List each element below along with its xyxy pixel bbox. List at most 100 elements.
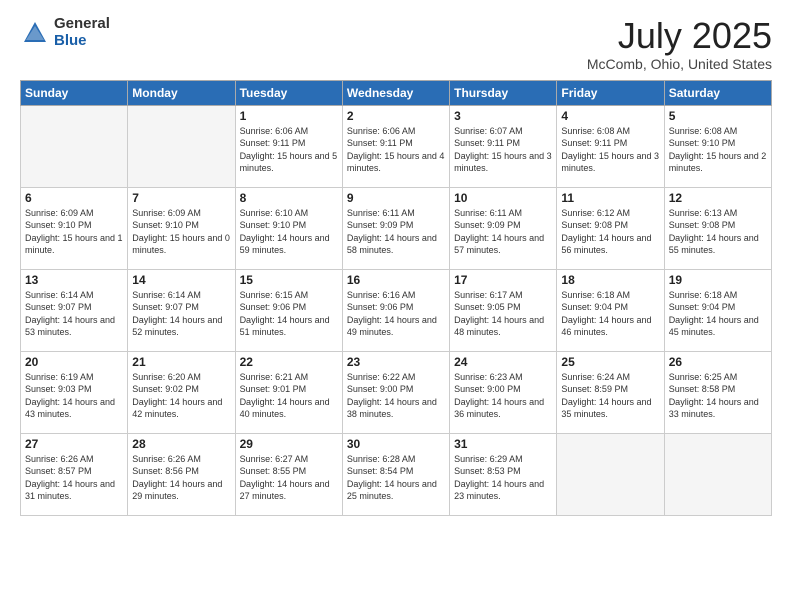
calendar-table: SundayMondayTuesdayWednesdayThursdayFrid… (20, 80, 772, 516)
day-info: Sunrise: 6:17 AMSunset: 9:05 PMDaylight:… (454, 289, 552, 339)
calendar-cell: 26 Sunrise: 6:25 AMSunset: 8:58 PMDayligh… (664, 351, 771, 433)
day-info: Sunrise: 6:20 AMSunset: 9:02 PMDaylight:… (132, 371, 230, 421)
day-info: Sunrise: 6:09 AMSunset: 9:10 PMDaylight:… (25, 207, 123, 257)
calendar-week-3: 13 Sunrise: 6:14 AMSunset: 9:07 PMDayligh… (21, 269, 772, 351)
day-info: Sunrise: 6:22 AMSunset: 9:00 PMDaylight:… (347, 371, 445, 421)
header: General Blue July 2025 McComb, Ohio, Uni… (20, 16, 772, 72)
day-number: 12 (669, 191, 767, 205)
day-number: 27 (25, 437, 123, 451)
day-info: Sunrise: 6:25 AMSunset: 8:58 PMDaylight:… (669, 371, 767, 421)
calendar-cell: 18 Sunrise: 6:18 AMSunset: 9:04 PMDayligh… (557, 269, 664, 351)
day-number: 14 (132, 273, 230, 287)
day-number: 16 (347, 273, 445, 287)
calendar-header-thursday: Thursday (450, 80, 557, 105)
day-info: Sunrise: 6:26 AMSunset: 8:57 PMDaylight:… (25, 453, 123, 503)
title-block: July 2025 McComb, Ohio, United States (587, 16, 772, 72)
day-info: Sunrise: 6:18 AMSunset: 9:04 PMDaylight:… (561, 289, 659, 339)
calendar-header-tuesday: Tuesday (235, 80, 342, 105)
day-number: 7 (132, 191, 230, 205)
day-number: 20 (25, 355, 123, 369)
logo: General Blue (20, 16, 110, 49)
calendar-header-wednesday: Wednesday (342, 80, 449, 105)
day-info: Sunrise: 6:07 AMSunset: 9:11 PMDaylight:… (454, 125, 552, 175)
day-info: Sunrise: 6:23 AMSunset: 9:00 PMDaylight:… (454, 371, 552, 421)
calendar-week-2: 6 Sunrise: 6:09 AMSunset: 9:10 PMDaylight… (21, 187, 772, 269)
calendar-cell: 5 Sunrise: 6:08 AMSunset: 9:10 PMDaylight… (664, 105, 771, 187)
day-number: 11 (561, 191, 659, 205)
day-number: 28 (132, 437, 230, 451)
calendar-cell: 2 Sunrise: 6:06 AMSunset: 9:11 PMDaylight… (342, 105, 449, 187)
day-info: Sunrise: 6:14 AMSunset: 9:07 PMDaylight:… (25, 289, 123, 339)
day-info: Sunrise: 6:10 AMSunset: 9:10 PMDaylight:… (240, 207, 338, 257)
day-info: Sunrise: 6:24 AMSunset: 8:59 PMDaylight:… (561, 371, 659, 421)
day-number: 18 (561, 273, 659, 287)
day-info: Sunrise: 6:08 AMSunset: 9:10 PMDaylight:… (669, 125, 767, 175)
day-number: 15 (240, 273, 338, 287)
calendar-cell: 12 Sunrise: 6:13 AMSunset: 9:08 PMDayligh… (664, 187, 771, 269)
day-info: Sunrise: 6:21 AMSunset: 9:01 PMDaylight:… (240, 371, 338, 421)
calendar-cell: 15 Sunrise: 6:15 AMSunset: 9:06 PMDayligh… (235, 269, 342, 351)
calendar-header-row: SundayMondayTuesdayWednesdayThursdayFrid… (21, 80, 772, 105)
calendar-header-friday: Friday (557, 80, 664, 105)
day-number: 22 (240, 355, 338, 369)
day-number: 3 (454, 109, 552, 123)
calendar-week-5: 27 Sunrise: 6:26 AMSunset: 8:57 PMDayligh… (21, 433, 772, 515)
day-number: 6 (25, 191, 123, 205)
calendar-cell: 20 Sunrise: 6:19 AMSunset: 9:03 PMDayligh… (21, 351, 128, 433)
day-number: 9 (347, 191, 445, 205)
logo-text: General Blue (54, 16, 110, 49)
calendar-cell: 13 Sunrise: 6:14 AMSunset: 9:07 PMDayligh… (21, 269, 128, 351)
calendar-cell: 30 Sunrise: 6:28 AMSunset: 8:54 PMDayligh… (342, 433, 449, 515)
logo-general-text: General (54, 16, 110, 33)
calendar-cell: 4 Sunrise: 6:08 AMSunset: 9:11 PMDaylight… (557, 105, 664, 187)
calendar-cell (557, 433, 664, 515)
calendar-cell (664, 433, 771, 515)
day-info: Sunrise: 6:28 AMSunset: 8:54 PMDaylight:… (347, 453, 445, 503)
calendar-cell: 8Sunrise: 6:10 AMSunset: 9:10 PMDaylight… (235, 187, 342, 269)
day-info: Sunrise: 6:11 AMSunset: 9:09 PMDaylight:… (347, 207, 445, 257)
calendar-cell: 17 Sunrise: 6:17 AMSunset: 9:05 PMDayligh… (450, 269, 557, 351)
day-number: 4 (561, 109, 659, 123)
day-number: 17 (454, 273, 552, 287)
day-info: Sunrise: 6:06 AMSunset: 9:11 PMDaylight:… (347, 125, 445, 175)
calendar-cell (21, 105, 128, 187)
day-number: 13 (25, 273, 123, 287)
calendar-title: July 2025 (587, 16, 772, 56)
calendar-cell: 22 Sunrise: 6:21 AMSunset: 9:01 PMDayligh… (235, 351, 342, 433)
day-number: 24 (454, 355, 552, 369)
day-info: Sunrise: 6:19 AMSunset: 9:03 PMDaylight:… (25, 371, 123, 421)
calendar-cell: 29Sunrise: 6:27 AMSunset: 8:55 PMDayligh… (235, 433, 342, 515)
day-info: Sunrise: 6:08 AMSunset: 9:11 PMDaylight:… (561, 125, 659, 175)
day-info: Sunrise: 6:18 AMSunset: 9:04 PMDaylight:… (669, 289, 767, 339)
day-number: 26 (669, 355, 767, 369)
day-number: 21 (132, 355, 230, 369)
calendar-cell: 6 Sunrise: 6:09 AMSunset: 9:10 PMDaylight… (21, 187, 128, 269)
day-info: Sunrise: 6:13 AMSunset: 9:08 PMDaylight:… (669, 207, 767, 257)
day-number: 2 (347, 109, 445, 123)
day-info: Sunrise: 6:12 AMSunset: 9:08 PMDaylight:… (561, 207, 659, 257)
calendar-cell: 7 Sunrise: 6:09 AMSunset: 9:10 PMDaylight… (128, 187, 235, 269)
calendar-cell (128, 105, 235, 187)
calendar-cell: 11 Sunrise: 6:12 AMSunset: 9:08 PMDayligh… (557, 187, 664, 269)
day-number: 5 (669, 109, 767, 123)
day-info: Sunrise: 6:15 AMSunset: 9:06 PMDaylight:… (240, 289, 338, 339)
page: General Blue July 2025 McComb, Ohio, Uni… (0, 0, 792, 612)
calendar-cell: 25 Sunrise: 6:24 AMSunset: 8:59 PMDayligh… (557, 351, 664, 433)
calendar-cell: 19Sunrise: 6:18 AMSunset: 9:04 PMDayligh… (664, 269, 771, 351)
calendar-cell: 10Sunrise: 6:11 AMSunset: 9:09 PMDayligh… (450, 187, 557, 269)
day-number: 30 (347, 437, 445, 451)
calendar-location: McComb, Ohio, United States (587, 56, 772, 72)
day-number: 10 (454, 191, 552, 205)
logo-blue-text: Blue (54, 33, 110, 50)
day-info: Sunrise: 6:14 AMSunset: 9:07 PMDaylight:… (132, 289, 230, 339)
day-number: 29 (240, 437, 338, 451)
calendar-week-1: 1Sunrise: 6:06 AMSunset: 9:11 PMDaylight… (21, 105, 772, 187)
calendar-cell: 23Sunrise: 6:22 AMSunset: 9:00 PMDayligh… (342, 351, 449, 433)
calendar-cell: 31Sunrise: 6:29 AMSunset: 8:53 PMDayligh… (450, 433, 557, 515)
day-info: Sunrise: 6:16 AMSunset: 9:06 PMDaylight:… (347, 289, 445, 339)
calendar-header-monday: Monday (128, 80, 235, 105)
calendar-cell: 9 Sunrise: 6:11 AMSunset: 9:09 PMDaylight… (342, 187, 449, 269)
calendar-header-sunday: Sunday (21, 80, 128, 105)
day-number: 25 (561, 355, 659, 369)
day-info: Sunrise: 6:09 AMSunset: 9:10 PMDaylight:… (132, 207, 230, 257)
